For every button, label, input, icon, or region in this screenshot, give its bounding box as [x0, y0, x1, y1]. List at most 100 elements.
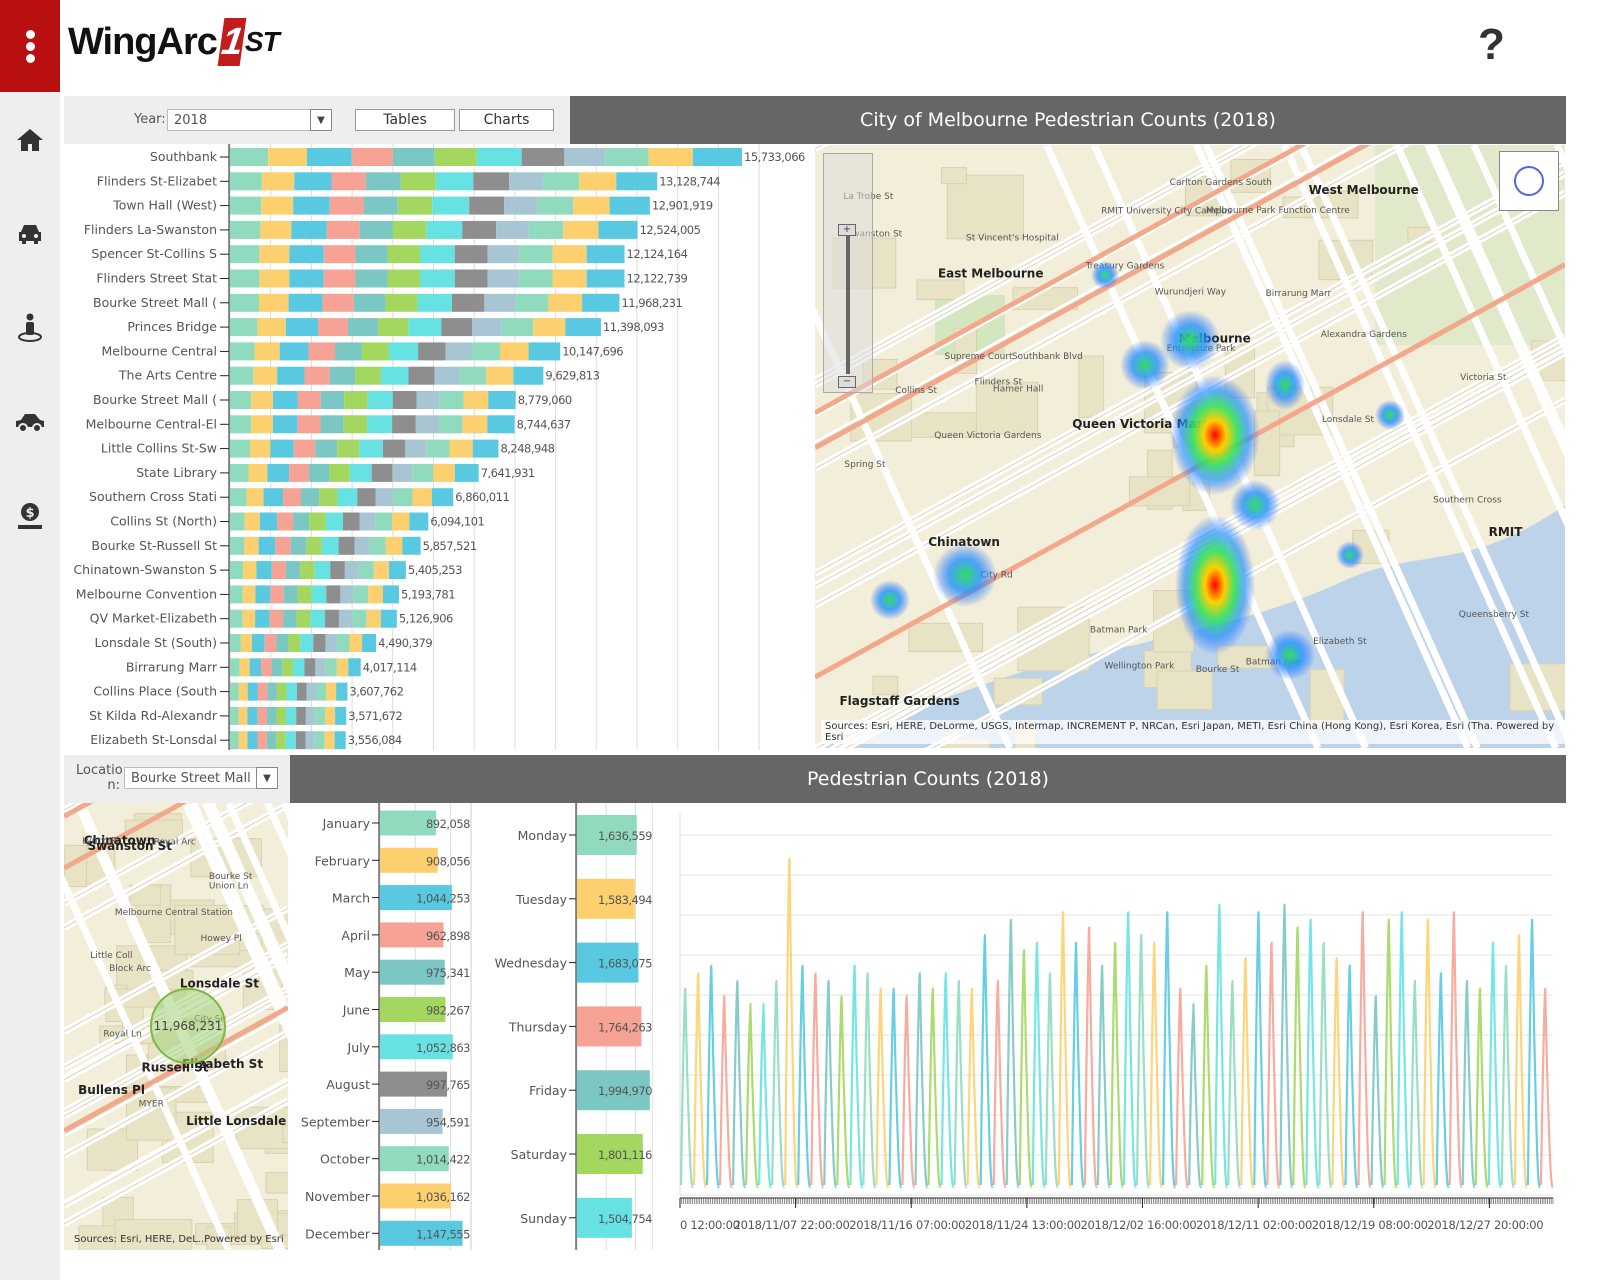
- bar-segment: [358, 561, 374, 580]
- car-front-icon[interactable]: [12, 216, 48, 252]
- map-block: [872, 675, 899, 696]
- tables-button[interactable]: Tables: [355, 109, 455, 131]
- menu-button[interactable]: [0, 0, 60, 92]
- bar-segment: [459, 366, 487, 385]
- bar-segment: [230, 220, 261, 239]
- bar-segment: [344, 391, 368, 409]
- bar-segment: [371, 463, 393, 482]
- bar-segment: [469, 196, 505, 215]
- category-label: St Kilda Rd-Alexandr: [89, 708, 218, 723]
- pedestrian-location-icon[interactable]: [12, 310, 48, 346]
- daily-series-line: [1526, 918, 1542, 1189]
- bar-segment: [230, 245, 260, 264]
- heatmap-map[interactable]: West Melbourne Queen Victoria Market RMIT C…: [815, 145, 1565, 748]
- category-label: Flinders La-Swanston: [84, 222, 217, 237]
- chevron-down-icon[interactable]: ▼: [310, 109, 332, 131]
- location-map[interactable]: ChinatownLittle Lonsdale StLonsdale StRu…: [64, 803, 288, 1250]
- bar-segment: [342, 512, 360, 531]
- year-select[interactable]: 2018: [167, 109, 311, 131]
- bar-segment: [420, 269, 455, 288]
- help-button[interactable]: ?: [1478, 20, 1505, 70]
- map-zoom-control[interactable]: + −: [823, 153, 873, 393]
- value-label: 1,583,494: [598, 893, 652, 907]
- home-icon[interactable]: [12, 122, 48, 158]
- daily-series-line: [679, 987, 695, 1189]
- x-tick-label: 2018/12/19 08:00:00: [1312, 1218, 1428, 1232]
- bar-segment: [325, 706, 336, 725]
- daily-series-line: [1057, 910, 1072, 1189]
- value-label: 1,052,863: [416, 1041, 470, 1055]
- bar-segment: [484, 293, 516, 312]
- bar-segment: [301, 488, 320, 507]
- bar-segment: [348, 658, 361, 677]
- daily-series-line: [966, 987, 981, 1189]
- daily-series-line: [1409, 979, 1424, 1189]
- daily-series-line: [784, 857, 799, 1189]
- map-block: [941, 167, 967, 185]
- bar-segment: [315, 658, 326, 677]
- zoom-out-icon[interactable]: −: [838, 376, 856, 388]
- location-select[interactable]: Bourke Street Mall (N: [124, 767, 259, 789]
- hourly-line-chart: 0 12:00:002018/11/07 22:00:00 2018/11/16 …: [679, 813, 1555, 1232]
- heat-blob: [933, 543, 997, 607]
- bar-segment: [257, 731, 267, 750]
- bar-segment: [462, 220, 497, 239]
- bar-segment: [238, 731, 248, 750]
- daily-series-line: [1487, 941, 1502, 1189]
- value-label: 1,764,263: [598, 1020, 652, 1034]
- bar-segment: [325, 682, 337, 701]
- zoom-in-icon[interactable]: +: [838, 224, 856, 236]
- car-side-icon[interactable]: [12, 404, 48, 440]
- category-label: June: [342, 1003, 371, 1018]
- map-block: [946, 174, 1024, 240]
- bar-segment: [239, 658, 250, 677]
- bar-segment: [266, 706, 277, 725]
- bar-segment: [359, 220, 393, 239]
- heat-blob: [1375, 400, 1405, 430]
- heat-blob: [870, 580, 910, 620]
- bar-segment: [286, 682, 297, 701]
- bar-segment: [279, 342, 309, 361]
- lasso-select-button[interactable]: [1499, 151, 1559, 211]
- x-tick-label: 0 12:00:00: [680, 1218, 740, 1232]
- bar-segment: [543, 172, 580, 191]
- bar-segment: [521, 148, 565, 166]
- location-bubble[interactable]: 11,968,231: [150, 988, 226, 1064]
- bar-segment: [365, 172, 401, 191]
- map-label: Royal Ln: [103, 1029, 141, 1039]
- bar-segment: [432, 196, 470, 215]
- bar-segment: [282, 658, 293, 677]
- money-bag-icon[interactable]: $: [12, 498, 48, 534]
- bar-segment: [392, 391, 417, 409]
- bar-segment: [351, 148, 393, 166]
- bar-segment: [609, 196, 650, 215]
- bar-segment: [266, 731, 277, 750]
- daily-series-line: [1357, 910, 1372, 1189]
- bar-segment: [454, 245, 488, 264]
- sidebar: $: [0, 92, 60, 1280]
- map-label: Block Arc: [109, 964, 151, 974]
- chevron-down-icon[interactable]: ▼: [256, 767, 278, 789]
- map-label: Bullens Pl: [78, 1083, 145, 1097]
- daily-series-line: [888, 987, 903, 1189]
- value-label: 5,405,253: [408, 563, 462, 577]
- svg-text:$: $: [25, 506, 34, 521]
- charts-button[interactable]: Charts: [459, 109, 554, 131]
- bar-segment: [382, 585, 400, 604]
- bar-segment: [692, 148, 742, 166]
- bar-segment: [359, 439, 383, 458]
- bar-segment: [528, 342, 561, 361]
- daily-series-line: [836, 995, 851, 1189]
- bar-segment: [586, 245, 625, 264]
- bar-segment: [289, 245, 324, 264]
- daily-series-line: [1005, 918, 1020, 1189]
- bar-segment: [412, 463, 434, 482]
- value-label: 12,901,919: [652, 199, 713, 213]
- bar-segment: [369, 536, 386, 555]
- bar-segment: [337, 439, 360, 458]
- bar-segment: [267, 463, 290, 482]
- x-tick-label: 2018/12/27 20:00:00: [1427, 1218, 1543, 1232]
- bar-segment: [408, 318, 442, 337]
- map-label: Southern Cross: [1433, 495, 1502, 505]
- bar-segment: [487, 415, 515, 434]
